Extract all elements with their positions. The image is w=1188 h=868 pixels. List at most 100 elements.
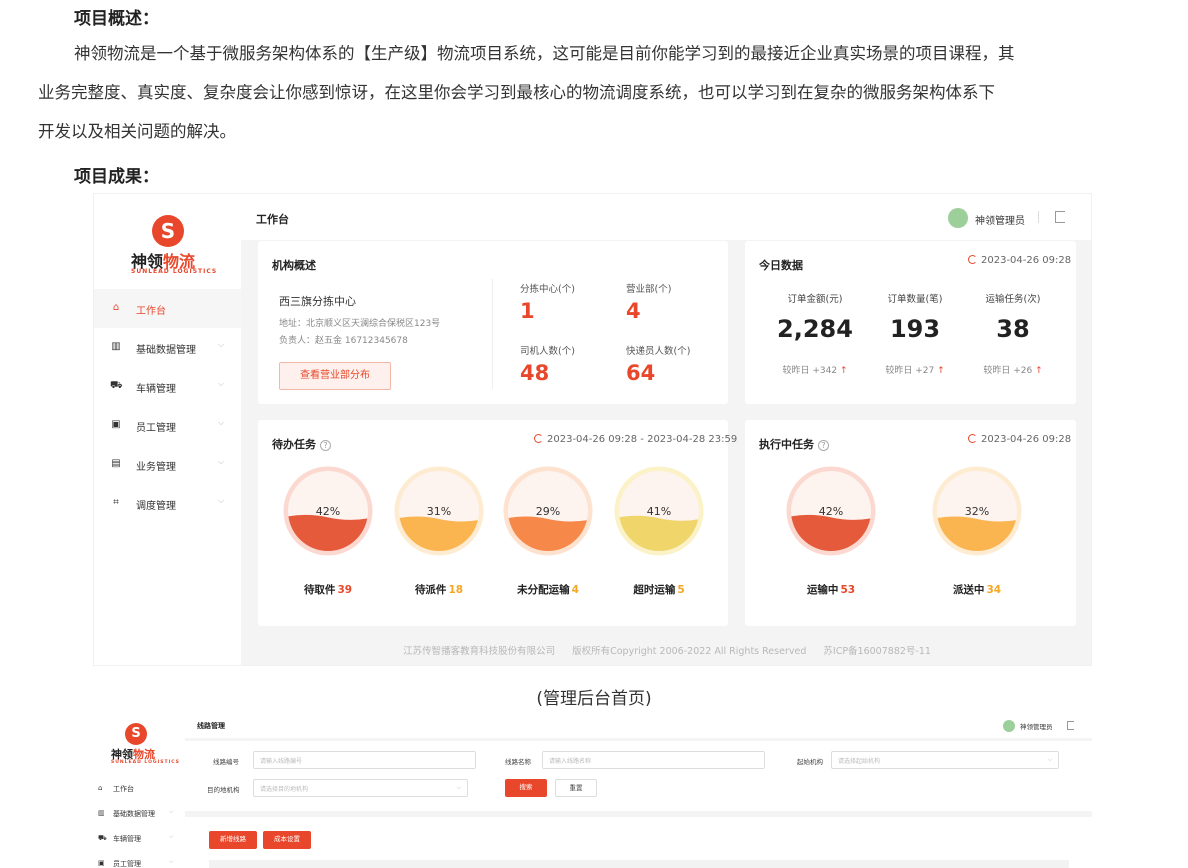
ball-percent: 42% xyxy=(316,505,340,518)
brand-subtitle: SUNLEAD LOGISTICS xyxy=(111,760,180,765)
task-count: 18 xyxy=(448,584,464,596)
cost-settings-button[interactable]: 成本设置 xyxy=(263,831,311,849)
refresh-time[interactable]: 2023-04-26 09:28 xyxy=(968,434,1071,445)
task-label: 待派件 18 xyxy=(384,582,494,597)
nav-item-vehicles[interactable]: ⛟ 车辆管理 ⌵ xyxy=(93,827,185,851)
reset-button[interactable]: 重置 xyxy=(555,779,597,797)
overview-heading: 项目概述： xyxy=(74,9,159,29)
nav-label: 工作台 xyxy=(136,306,166,317)
start-org-select[interactable]: 请选择起始机构 ⌵ xyxy=(831,751,1059,769)
search-button[interactable]: 搜索 xyxy=(505,779,547,797)
card-title: 机构概述 xyxy=(272,259,316,272)
logout-icon[interactable] xyxy=(1055,211,1065,223)
refresh-time[interactable]: 2023-04-26 09:28 xyxy=(968,255,1071,266)
refresh-time[interactable]: 2023-04-26 09:28 - 2023-04-28 23:59 xyxy=(534,434,737,445)
nav-item-workbench[interactable]: ⌂ 工作台 xyxy=(94,289,241,328)
ball-percent: 29% xyxy=(536,505,560,518)
stat-value: 1 xyxy=(520,299,535,323)
view-outlets-button[interactable]: 查看营业部分布 xyxy=(279,362,391,390)
route-name-input[interactable]: 请输入线路名称 xyxy=(542,751,765,769)
chevron-down-icon: ⌵ xyxy=(218,379,225,388)
chevron-down-icon: ⌵ xyxy=(1047,756,1052,763)
start-org-label: 起始机构 xyxy=(797,758,823,766)
today-value: 2,284 xyxy=(777,315,853,343)
task-count: 39 xyxy=(337,584,353,596)
footer-icp[interactable]: 苏ICP备16007882号-11 xyxy=(823,646,931,657)
arrow-up-icon: ↑ xyxy=(839,366,848,376)
footer-company: 江苏传智播客教育科技股份有限公司 xyxy=(403,646,556,657)
org-manager: 负责人：赵五金 16712345678 xyxy=(279,336,408,346)
nav-item-business[interactable]: ▤ 业务管理 ⌵ xyxy=(94,445,241,484)
today-value: 193 xyxy=(889,315,941,343)
admin-name[interactable]: 神领管理员 xyxy=(1020,721,1053,731)
truck-icon: ⛟ xyxy=(98,834,107,842)
ball-percent: 31% xyxy=(427,505,451,518)
task-count: 34 xyxy=(986,584,1002,596)
bar-chart-icon: ▥ xyxy=(111,341,121,352)
chevron-down-icon: ⌵ xyxy=(218,418,225,427)
today-label: 运输任务(次) xyxy=(985,294,1041,305)
ball-fill xyxy=(791,514,871,551)
task-label: 未分配运输 4 xyxy=(493,582,603,597)
stat-label: 分拣中心(个) xyxy=(520,284,575,295)
nav-item-base-data[interactable]: ▥ 基础数据管理 ⌵ xyxy=(94,328,241,367)
nav-item-vehicles[interactable]: ⛟ 车辆管理 ⌵ xyxy=(94,367,241,406)
sidebar: S 神领物流 SUNLEAD LOGISTICS ⌂ 工作台 ▥ 基础数据管理 … xyxy=(93,713,185,868)
help-icon[interactable]: ? xyxy=(320,439,331,451)
main-area: 线路管理 神领管理员 线路编号 请输入线路编号 线路名称 请输入线路名称 起始机… xyxy=(185,713,1092,868)
nav-label: 员工管理 xyxy=(136,423,176,434)
chevron-down-icon: ⌵ xyxy=(169,833,174,840)
nav-label: 工作台 xyxy=(113,785,134,793)
refresh-icon xyxy=(968,434,977,443)
dispatch-icon: ⌗ xyxy=(113,497,119,508)
stat-value: 64 xyxy=(626,361,656,385)
refresh-icon xyxy=(968,255,977,264)
progress-ball: 41% xyxy=(614,466,704,556)
stat-value: 4 xyxy=(626,299,641,323)
logout-icon[interactable] xyxy=(1067,721,1074,730)
top-bar: 工作台 神领管理员 xyxy=(241,194,1091,240)
task-count: 4 xyxy=(571,584,579,596)
executing-tasks-card: 执行中任务? 2023-04-26 09:28 42% 运输中 53 32% 派送中 34 xyxy=(745,420,1076,626)
nav-item-staff[interactable]: ▣ 员工管理 ⌵ xyxy=(93,852,185,868)
progress-ball: 42% xyxy=(283,466,373,556)
add-route-button[interactable]: 新增线路 xyxy=(209,831,257,849)
bar-chart-icon: ▥ xyxy=(98,809,105,817)
progress-ball: 29% xyxy=(503,466,593,556)
chevron-down-icon: ⌵ xyxy=(456,784,461,791)
page-title: 线路管理 xyxy=(197,722,225,730)
dest-org-select[interactable]: 请选择目的地机构 ⌵ xyxy=(253,779,468,797)
dest-org-label: 目的地机构 xyxy=(207,786,240,794)
nav-label: 车辆管理 xyxy=(136,384,176,395)
task-count: 5 xyxy=(677,584,685,596)
admin-name[interactable]: 神领管理员 xyxy=(975,212,1025,227)
avatar[interactable] xyxy=(1003,720,1015,732)
footer: 江苏传智播客教育科技股份有限公司 版权所有Copyright 2006-2022… xyxy=(241,643,1091,657)
today-compare: 较昨日 +26 ↑ xyxy=(983,366,1043,376)
card-title: 执行中任务? xyxy=(759,436,829,452)
nav-label: 基础数据管理 xyxy=(113,810,155,818)
task-name: 运输中 xyxy=(806,584,839,596)
help-icon[interactable]: ? xyxy=(818,439,829,451)
avatar[interactable] xyxy=(948,208,968,228)
stat-label: 司机人数(个) xyxy=(520,346,575,357)
ball-percent: 32% xyxy=(965,505,989,518)
divider xyxy=(1038,211,1039,223)
nav-item-staff[interactable]: ▣ 员工管理 ⌵ xyxy=(94,406,241,445)
refresh-icon xyxy=(534,434,543,443)
chevron-down-icon: ⌵ xyxy=(218,457,225,466)
progress-ball: 31% xyxy=(394,466,484,556)
route-no-input[interactable]: 请输入线路编号 xyxy=(253,751,476,769)
nav-item-workbench[interactable]: ⌂ 工作台 xyxy=(93,777,185,801)
ball-percent: 42% xyxy=(819,505,843,518)
org-address: 地址：北京顺义区天澜综合保税区123号 xyxy=(279,319,441,329)
sidebar: S 神领物流 SUNLEAD LOGISTICS ⌂ 工作台 ▥ 基础数据管理 … xyxy=(94,194,241,665)
chevron-down-icon: ⌵ xyxy=(169,858,174,865)
chevron-down-icon: ⌵ xyxy=(218,340,225,349)
nav-item-dispatch[interactable]: ⌗ 调度管理 ⌵ xyxy=(94,484,241,523)
progress-ball: 42% xyxy=(786,466,876,556)
nav-item-base-data[interactable]: ▥ 基础数据管理 ⌵ xyxy=(93,802,185,826)
id-card-icon: ▣ xyxy=(111,419,121,430)
task-name: 超时运输 xyxy=(633,584,676,596)
nav-label: 基础数据管理 xyxy=(136,345,196,356)
